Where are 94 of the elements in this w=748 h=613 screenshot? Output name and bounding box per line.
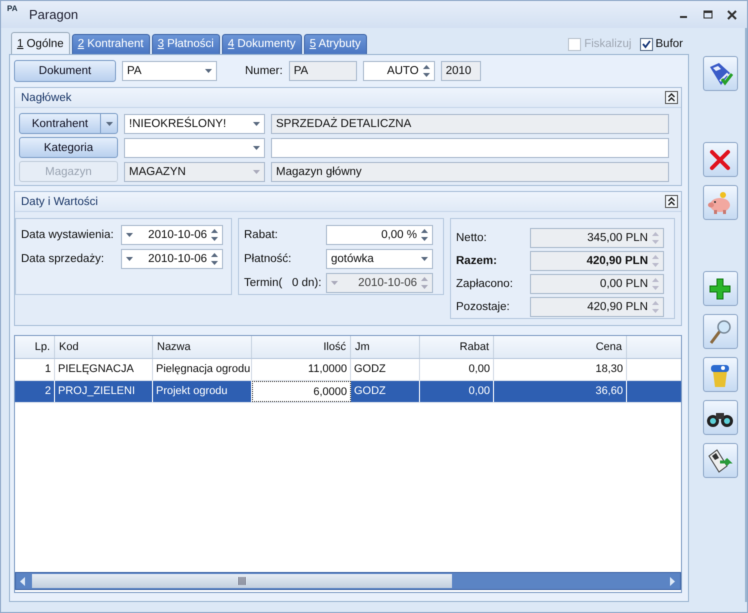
section-title: Nagłówek	[21, 92, 72, 104]
spinner-arrows-icon[interactable]	[211, 252, 218, 264]
table-cell: 2	[15, 381, 55, 402]
caret-icon[interactable]	[106, 122, 112, 126]
search-icon	[708, 318, 732, 344]
checkbox[interactable]	[640, 38, 652, 50]
checkbox-label: Bufor	[656, 38, 683, 50]
app-icon-label: PA	[7, 4, 19, 13]
total-label: Zapłacono:	[456, 278, 514, 290]
spinner-arrows-icon	[652, 278, 659, 290]
delete-icon	[709, 148, 731, 170]
split-button[interactable]: Kontrahent	[19, 113, 118, 134]
spinner-arrows-icon[interactable]	[211, 228, 218, 240]
caret-icon	[253, 146, 260, 150]
column-header[interactable]: Jm	[351, 336, 420, 358]
scroll-left-icon[interactable]	[20, 576, 26, 586]
column-header[interactable]: Ilość	[252, 336, 351, 358]
payment-terminal-icon	[707, 448, 733, 474]
number-label: Numer:	[245, 65, 283, 77]
date-picker[interactable]: 2010-10-06	[121, 224, 223, 244]
number-prefix-field: PA	[288, 61, 357, 81]
close-icon[interactable]	[727, 10, 737, 20]
horizontal-scrollbar[interactable]	[15, 572, 681, 590]
dropdown[interactable]: !NIEOKREŚLONY!	[124, 114, 265, 134]
tab[interactable]: 5 Atrybuty	[304, 34, 367, 54]
caret-icon	[421, 256, 428, 260]
discount-spinner[interactable]: 0,00 %	[326, 224, 433, 244]
collapse-icon[interactable]	[665, 195, 678, 208]
spinner-arrows-icon	[652, 255, 659, 267]
total-label: Pozostaje:	[456, 301, 511, 313]
caret-icon	[205, 69, 212, 73]
discount-label: Rabat:	[244, 228, 279, 240]
window-title: Paragon	[29, 7, 78, 22]
collapse-icon[interactable]	[665, 91, 678, 104]
caret-icon	[253, 122, 260, 126]
text-field[interactable]	[271, 138, 669, 158]
scroll-right-icon[interactable]	[670, 576, 676, 586]
column-header[interactable]: Cena	[494, 336, 627, 358]
table-cell: 0,00	[420, 381, 494, 402]
total-label: Razem:	[456, 255, 498, 267]
total-field: 420,90 PLN	[530, 297, 664, 317]
tab[interactable]: 4 Dokumenty	[222, 34, 302, 54]
total-field: 420,90 PLN	[530, 251, 664, 271]
table-cell: 0,00	[420, 359, 494, 380]
spinner-arrows-icon[interactable]	[422, 65, 430, 77]
tab[interactable]: 3 Płatności	[152, 34, 220, 54]
number-mode-spinner[interactable]: AUTO	[362, 61, 435, 81]
term-days-label: 0 dn):	[292, 276, 322, 288]
total-field: 345,00 PLN	[530, 228, 664, 248]
payment-label: Płatność:	[244, 252, 292, 264]
table-cell: 6,0000	[252, 381, 351, 402]
table-row[interactable]: 2 PROJ_ZIELENI Projekt ogrodu 6,0000 GODZ 0,00 36,60	[15, 381, 681, 403]
column-header[interactable]: Lp.	[15, 336, 55, 358]
add-icon	[708, 276, 732, 300]
table-cell: GODZ	[351, 359, 420, 380]
column-header[interactable]: Rabat	[420, 336, 494, 358]
tab[interactable]: 1 Ogólne	[11, 32, 70, 54]
caret-icon[interactable]	[126, 256, 133, 260]
table-cell: Pielęgnacja ogrodu	[153, 359, 252, 380]
maximize-icon[interactable]	[703, 10, 713, 20]
date-picker[interactable]: 2010-10-06	[121, 248, 223, 268]
column-header[interactable]: Kod	[55, 336, 153, 358]
total-field: 0,00 PLN	[530, 274, 664, 294]
date-label: Data wystawienia:	[21, 228, 115, 240]
tab[interactable]: 2 Kontrahent	[72, 34, 150, 54]
toolbar-button[interactable]	[702, 443, 738, 478]
table-cell: GODZ	[351, 381, 420, 402]
column-header[interactable]: Nazwa	[153, 336, 252, 358]
table-cell: PIELĘGNACJA	[55, 359, 153, 380]
checkbox-label: Fiskalizuj	[584, 38, 632, 50]
text-field[interactable]: SPRZEDAŻ DETALICZNA	[271, 114, 669, 134]
grip-icon	[238, 577, 246, 585]
table-cell: 11,0000	[252, 359, 351, 380]
table-cell: 1	[15, 359, 55, 380]
toolbar-button[interactable]	[702, 400, 738, 435]
spinner-arrows-icon	[652, 232, 659, 244]
date-label: Data sprzedaży:	[21, 252, 106, 264]
document-type-dropdown[interactable]: PA	[122, 61, 217, 81]
payment-dropdown[interactable]: gotówka	[326, 248, 433, 268]
scrollbar-thumb[interactable]	[32, 574, 452, 588]
caret-icon	[253, 170, 260, 174]
table-cell: PROJ_ZIELENI	[55, 381, 153, 402]
document-button[interactable]: Dokument	[14, 60, 116, 82]
table-cell: 36,60	[494, 381, 627, 402]
header-button[interactable]: Kategoria	[19, 137, 118, 158]
spinner-arrows-icon	[652, 301, 659, 313]
total-label: Netto:	[456, 232, 488, 244]
caret-icon[interactable]	[126, 232, 133, 236]
piggy-bank-icon	[707, 190, 733, 214]
year-field: 2010	[440, 61, 481, 81]
term-label: Termin(	[244, 276, 284, 288]
section-title: Daty i Wartości	[21, 196, 98, 208]
table-cell: 18,30	[494, 359, 627, 380]
spinner-arrows-icon[interactable]	[421, 228, 428, 240]
